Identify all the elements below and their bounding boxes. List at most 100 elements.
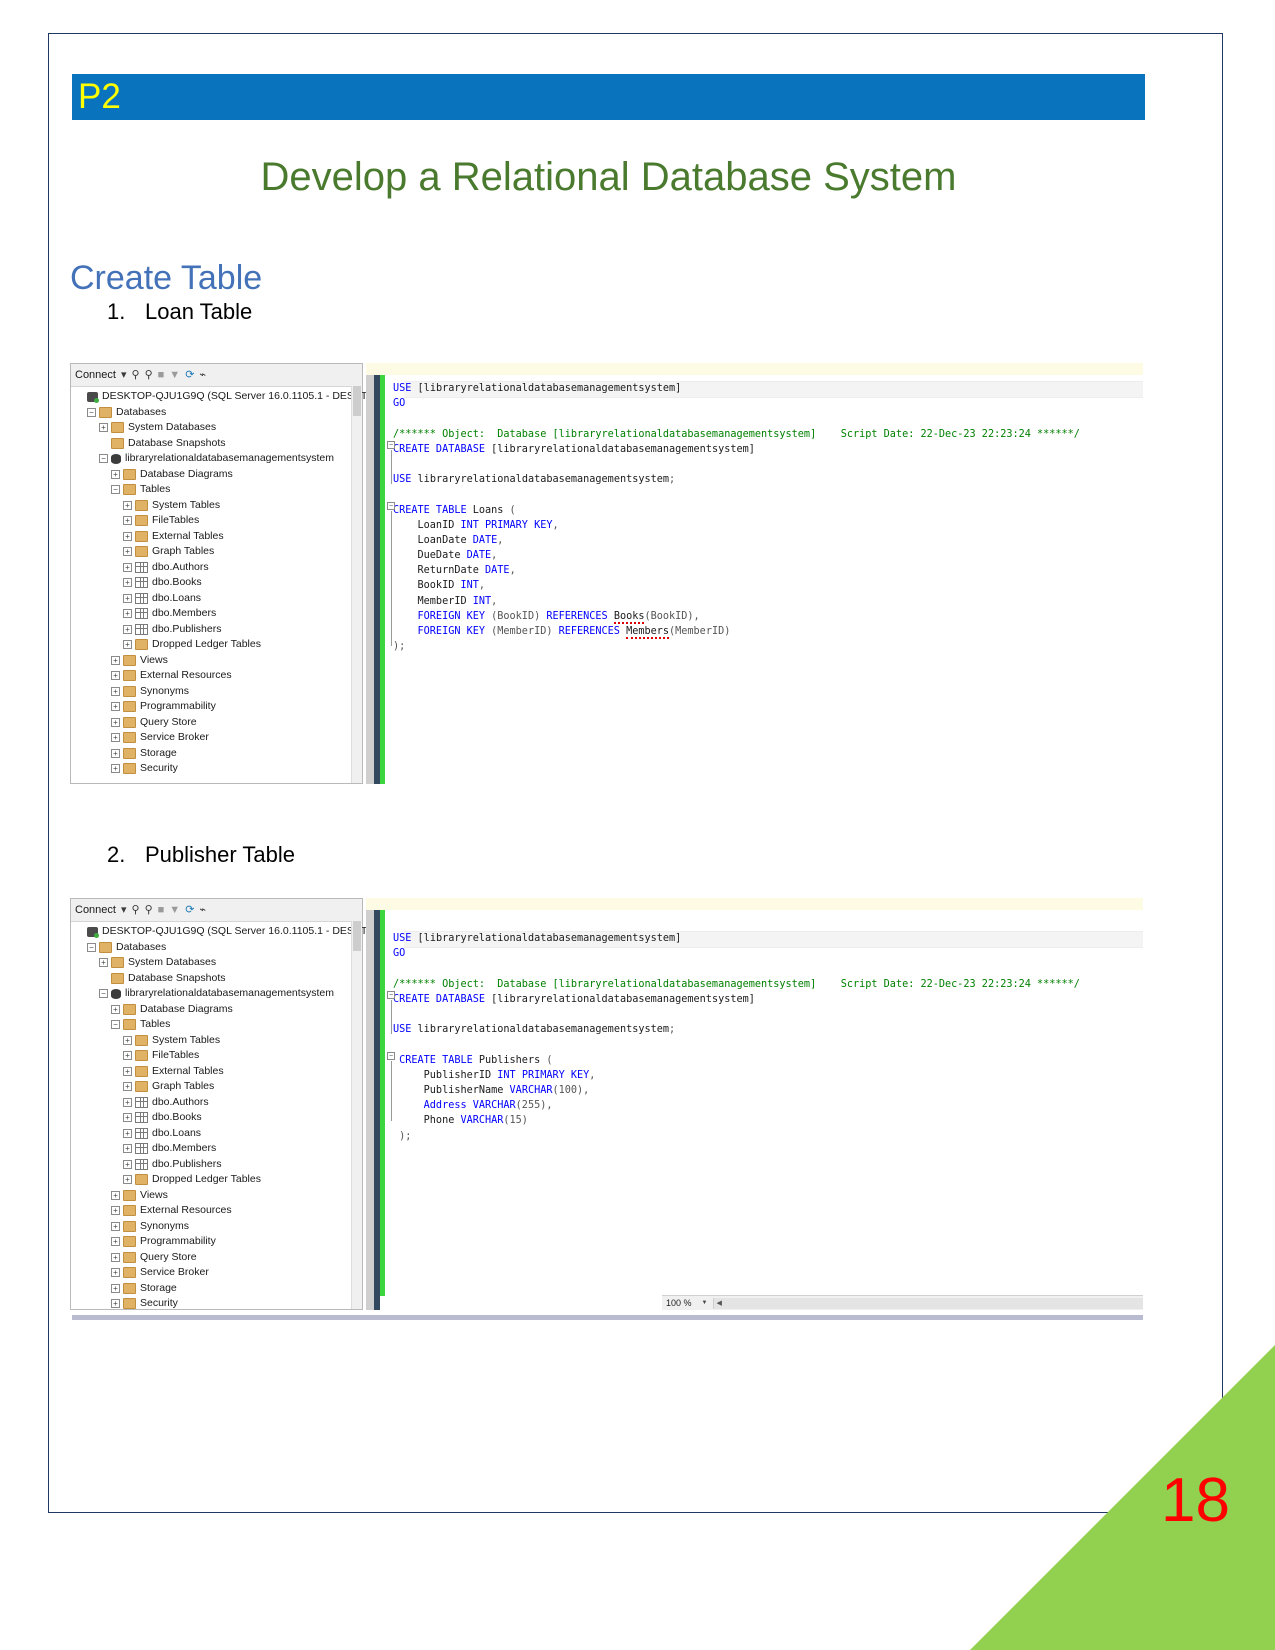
- filter-icon[interactable]: ▼: [169, 904, 180, 916]
- tree-node[interactable]: + Graph Tables: [71, 544, 362, 560]
- expand-toggle-icon[interactable]: +: [111, 1283, 120, 1293]
- tree-node[interactable]: − Databases: [71, 405, 362, 421]
- tree-node[interactable]: + External Tables: [71, 529, 362, 545]
- tree-node[interactable]: + Programmability: [71, 1234, 362, 1250]
- tree-node[interactable]: + Graph Tables: [71, 1079, 362, 1095]
- expand-toggle-icon[interactable]: +: [111, 1252, 120, 1262]
- scroll-left-arrow-icon[interactable]: ◀: [716, 1299, 721, 1307]
- activity-monitor-icon[interactable]: ⌁: [199, 369, 206, 381]
- expand-toggle-icon[interactable]: +: [111, 1221, 120, 1231]
- tree-node[interactable]: + Views: [71, 653, 362, 669]
- object-explorer-toolbar[interactable]: Connect ▾ ⚲ ⚲ ■ ▼ ⟳ ⌁: [71, 899, 362, 922]
- tree-node[interactable]: + Dropped Ledger Tables: [71, 1172, 362, 1188]
- expand-toggle-icon[interactable]: +: [111, 1206, 120, 1216]
- expand-toggle-icon[interactable]: +: [123, 1066, 132, 1076]
- tree-node[interactable]: + Storage: [71, 746, 362, 762]
- expand-toggle-icon[interactable]: +: [123, 1175, 132, 1185]
- tree-node[interactable]: + Service Broker: [71, 730, 362, 746]
- editor-text-area[interactable]: USE [libraryrelationaldatabasemanagement…: [385, 910, 1143, 1310]
- tree-node[interactable]: + Views: [71, 1188, 362, 1204]
- tree-node[interactable]: + dbo.Authors: [71, 560, 362, 576]
- expand-toggle-icon[interactable]: +: [123, 1035, 132, 1045]
- connect-object-explorer-icon[interactable]: ⚲: [132, 904, 140, 916]
- expand-toggle-icon[interactable]: +: [123, 516, 132, 526]
- tree-node[interactable]: + System Tables: [71, 1033, 362, 1049]
- sql-code-block[interactable]: USE [libraryrelationaldatabasemanagement…: [393, 916, 1080, 1144]
- connect-dropdown-icon[interactable]: ▾: [121, 904, 127, 916]
- editor-text-area[interactable]: USE [libraryrelationaldatabasemanagement…: [385, 375, 1143, 784]
- stop-icon[interactable]: ■: [158, 369, 165, 381]
- scrollbar-thumb[interactable]: [353, 386, 361, 416]
- stop-icon[interactable]: ■: [158, 904, 165, 916]
- expand-toggle-icon[interactable]: +: [123, 593, 132, 603]
- expand-toggle-icon[interactable]: +: [99, 958, 108, 968]
- sql-editor-panel[interactable]: USE [libraryrelationaldatabasemanagement…: [366, 898, 1143, 1310]
- tree-node[interactable]: + Query Store: [71, 1250, 362, 1266]
- tree-node[interactable]: + dbo.Members: [71, 1141, 362, 1157]
- tree-node[interactable]: − libraryrelationaldatabasemanagementsyst…: [71, 986, 362, 1002]
- refresh-icon[interactable]: ⟳: [185, 369, 194, 381]
- expand-toggle-icon[interactable]: +: [123, 531, 132, 541]
- expand-toggle-icon[interactable]: +: [123, 1159, 132, 1169]
- connect-object-explorer-icon[interactable]: ⚲: [132, 369, 140, 381]
- object-explorer-scrollbar[interactable]: ▲: [351, 386, 362, 783]
- tree-node[interactable]: + Service Broker: [71, 1265, 362, 1281]
- expand-toggle-icon[interactable]: +: [123, 547, 132, 557]
- collapse-toggle-icon[interactable]: −: [111, 1020, 120, 1030]
- expand-toggle-icon[interactable]: +: [111, 717, 120, 727]
- sql-code-block[interactable]: USE [libraryrelationaldatabasemanagement…: [393, 381, 1080, 654]
- expand-toggle-icon[interactable]: +: [111, 1004, 120, 1014]
- filter-icon[interactable]: ▼: [169, 369, 180, 381]
- expand-toggle-icon[interactable]: +: [111, 702, 120, 712]
- tree-node[interactable]: − Tables: [71, 482, 362, 498]
- tree-node[interactable]: + dbo.Books: [71, 1110, 362, 1126]
- tree-node[interactable]: + Query Store: [71, 715, 362, 731]
- object-explorer-scrollbar[interactable]: ▲: [351, 921, 362, 1309]
- tree-node[interactable]: − Databases: [71, 940, 362, 956]
- connect-dropdown-icon[interactable]: ▾: [121, 369, 127, 381]
- connect-button[interactable]: Connect: [75, 904, 116, 916]
- expand-toggle-icon[interactable]: +: [99, 423, 108, 433]
- object-explorer-toolbar[interactable]: Connect ▾ ⚲ ⚲ ■ ▼ ⟳ ⌁: [71, 364, 362, 387]
- expand-toggle-icon[interactable]: +: [123, 1082, 132, 1092]
- tree-node[interactable]: + Programmability: [71, 699, 362, 715]
- tree-node[interactable]: + Security: [71, 1296, 362, 1310]
- collapse-toggle-icon[interactable]: −: [111, 485, 120, 495]
- expand-toggle-icon[interactable]: +: [111, 1299, 120, 1309]
- tree-node[interactable]: + dbo.Books: [71, 575, 362, 591]
- tree-node[interactable]: + dbo.Publishers: [71, 1157, 362, 1173]
- tree-node[interactable]: + dbo.Publishers: [71, 622, 362, 638]
- fold-toggle-icon[interactable]: −: [387, 441, 395, 449]
- tree-node[interactable]: + External Resources: [71, 668, 362, 684]
- fold-toggle-icon[interactable]: −: [387, 1052, 395, 1060]
- expand-toggle-icon[interactable]: +: [123, 578, 132, 588]
- expand-toggle-icon[interactable]: +: [111, 1268, 120, 1278]
- tree-node[interactable]: Database Snapshots: [71, 971, 362, 987]
- collapse-toggle-icon[interactable]: −: [87, 942, 96, 952]
- tree-node[interactable]: − libraryrelationaldatabasemanagementsyst…: [71, 451, 362, 467]
- expand-toggle-icon[interactable]: +: [111, 764, 120, 774]
- tree-node[interactable]: − Tables: [71, 1017, 362, 1033]
- expand-toggle-icon[interactable]: +: [111, 733, 120, 743]
- disconnect-icon[interactable]: ⚲: [145, 904, 153, 916]
- tree-node[interactable]: + External Tables: [71, 1064, 362, 1080]
- expand-toggle-icon[interactable]: +: [123, 562, 132, 572]
- chevron-down-icon[interactable]: ▼: [702, 1300, 708, 1306]
- expand-toggle-icon[interactable]: +: [123, 1051, 132, 1061]
- tree-node[interactable]: DESKTOP-QJU1G9Q (SQL Server 16.0.1105.1 …: [71, 389, 389, 405]
- fold-toggle-icon[interactable]: −: [387, 991, 395, 999]
- expand-toggle-icon[interactable]: +: [123, 1113, 132, 1123]
- tree-node[interactable]: + Database Diagrams: [71, 1002, 362, 1018]
- expand-toggle-icon[interactable]: +: [111, 1190, 120, 1200]
- object-explorer-tree[interactable]: DESKTOP-QJU1G9Q (SQL Server 16.0.1105.1 …: [71, 387, 389, 777]
- collapse-toggle-icon[interactable]: −: [99, 454, 108, 464]
- tree-node[interactable]: DESKTOP-QJU1G9Q (SQL Server 16.0.1105.1 …: [71, 924, 389, 940]
- tree-node[interactable]: + FileTables: [71, 1048, 362, 1064]
- zoom-level[interactable]: 100 %: [662, 1298, 692, 1308]
- collapse-toggle-icon[interactable]: −: [87, 407, 96, 417]
- fold-toggle-icon[interactable]: −: [387, 502, 395, 510]
- expand-toggle-icon[interactable]: +: [111, 469, 120, 479]
- tree-node[interactable]: + Synonyms: [71, 684, 362, 700]
- tree-node[interactable]: + System Databases: [71, 420, 362, 436]
- horizontal-scrollbar[interactable]: ◀: [713, 1297, 1143, 1309]
